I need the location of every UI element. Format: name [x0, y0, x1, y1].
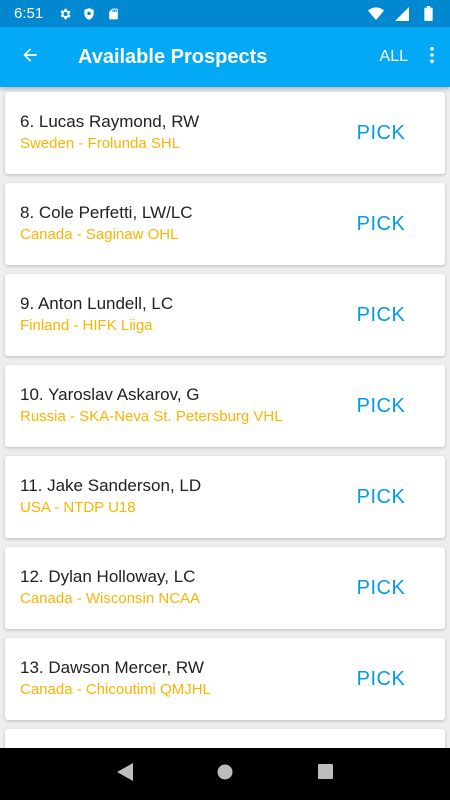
prospect-card: 8. Cole Perfetti, LW/LC Canada - Saginaw… — [5, 183, 445, 265]
prospect-info: 8. Cole Perfetti, LW/LC Canada - Saginaw… — [5, 202, 331, 246]
player-name: 10. Yaroslav Askarov, G — [20, 385, 200, 404]
prospect-card-partial — [5, 729, 445, 748]
nav-back-button[interactable] — [105, 754, 145, 794]
prospect-info: 12. Dylan Holloway, LC Canada - Wisconsi… — [5, 566, 331, 610]
player-team: Finland - HIFK Liiga — [20, 317, 153, 334]
prospect-info: 11. Jake Sanderson, LD USA - NTDP U18 — [5, 475, 331, 519]
status-time: 6:51 — [14, 5, 44, 22]
gear-icon — [57, 6, 73, 22]
pick-button[interactable]: PICK — [331, 654, 431, 704]
shield-icon — [81, 6, 97, 22]
nav-recents-icon — [317, 764, 333, 784]
prospect-card: 9. Anton Lundell, LC Finland - HIFK Liig… — [5, 274, 445, 356]
prospect-info: 6. Lucas Raymond, RW Sweden - Frolunda S… — [5, 111, 331, 155]
nav-home-icon — [217, 764, 233, 785]
sd-card-icon — [105, 6, 121, 22]
app-bar: Available Prospects ALL — [0, 27, 450, 87]
player-team: Sweden - Frolunda SHL — [20, 135, 181, 152]
prospect-card: 11. Jake Sanderson, LD USA - NTDP U18 PI… — [5, 456, 445, 538]
player-team: Russia - SKA-Neva St. Petersburg VHL — [20, 408, 283, 425]
pick-button[interactable]: PICK — [331, 108, 431, 158]
system-nav-bar — [0, 748, 450, 800]
player-name: 12. Dylan Holloway, LC — [20, 567, 196, 586]
back-arrow-icon — [20, 45, 40, 70]
pick-button[interactable]: PICK — [331, 290, 431, 340]
player-team: Canada - Wisconsin NCAA — [20, 590, 201, 607]
player-name: 8. Cole Perfetti, LW/LC — [20, 203, 193, 222]
prospect-info: 13. Dawson Mercer, RW Canada - Chicoutim… — [5, 657, 331, 701]
prospect-card: 13. Dawson Mercer, RW Canada - Chicoutim… — [5, 638, 445, 720]
back-button[interactable] — [0, 27, 60, 87]
nav-home-button[interactable] — [205, 754, 245, 794]
player-team: Canada - Chicoutimi QMJHL — [20, 681, 211, 698]
player-team: Canada - Saginaw OHL — [20, 226, 179, 243]
player-team: USA - NTDP U18 — [20, 499, 136, 516]
player-name: 11. Jake Sanderson, LD — [20, 476, 202, 495]
nav-back-icon — [117, 762, 133, 786]
nav-recents-button[interactable] — [305, 754, 345, 794]
status-bar: 6:51 — [0, 0, 450, 27]
overflow-menu-button[interactable] — [420, 37, 444, 77]
prospect-list[interactable]: 6. Lucas Raymond, RW Sweden - Frolunda S… — [0, 87, 450, 748]
filter-all-button[interactable]: ALL — [380, 48, 408, 66]
more-vert-icon — [429, 46, 435, 69]
status-left: 6:51 — [14, 5, 121, 22]
prospect-info: 10. Yaroslav Askarov, G Russia - SKA-Nev… — [5, 384, 331, 428]
pick-button[interactable]: PICK — [331, 563, 431, 613]
status-right — [368, 6, 436, 22]
prospect-card: 6. Lucas Raymond, RW Sweden - Frolunda S… — [5, 92, 445, 174]
pick-button[interactable]: PICK — [331, 472, 431, 522]
player-name: 13. Dawson Mercer, RW — [20, 658, 204, 677]
battery-icon — [420, 6, 436, 22]
pick-button[interactable]: PICK — [331, 199, 431, 249]
player-name: 9. Anton Lundell, LC — [20, 294, 174, 313]
pick-button[interactable]: PICK — [331, 381, 431, 431]
player-name: 6. Lucas Raymond, RW — [20, 112, 200, 131]
page-title: Available Prospects — [78, 45, 268, 68]
prospect-card: 12. Dylan Holloway, LC Canada - Wisconsi… — [5, 547, 445, 629]
signal-icon — [394, 6, 410, 22]
prospect-info: 9. Anton Lundell, LC Finland - HIFK Liig… — [5, 293, 331, 337]
wifi-icon — [368, 6, 384, 22]
prospect-card: 10. Yaroslav Askarov, G Russia - SKA-Nev… — [5, 365, 445, 447]
